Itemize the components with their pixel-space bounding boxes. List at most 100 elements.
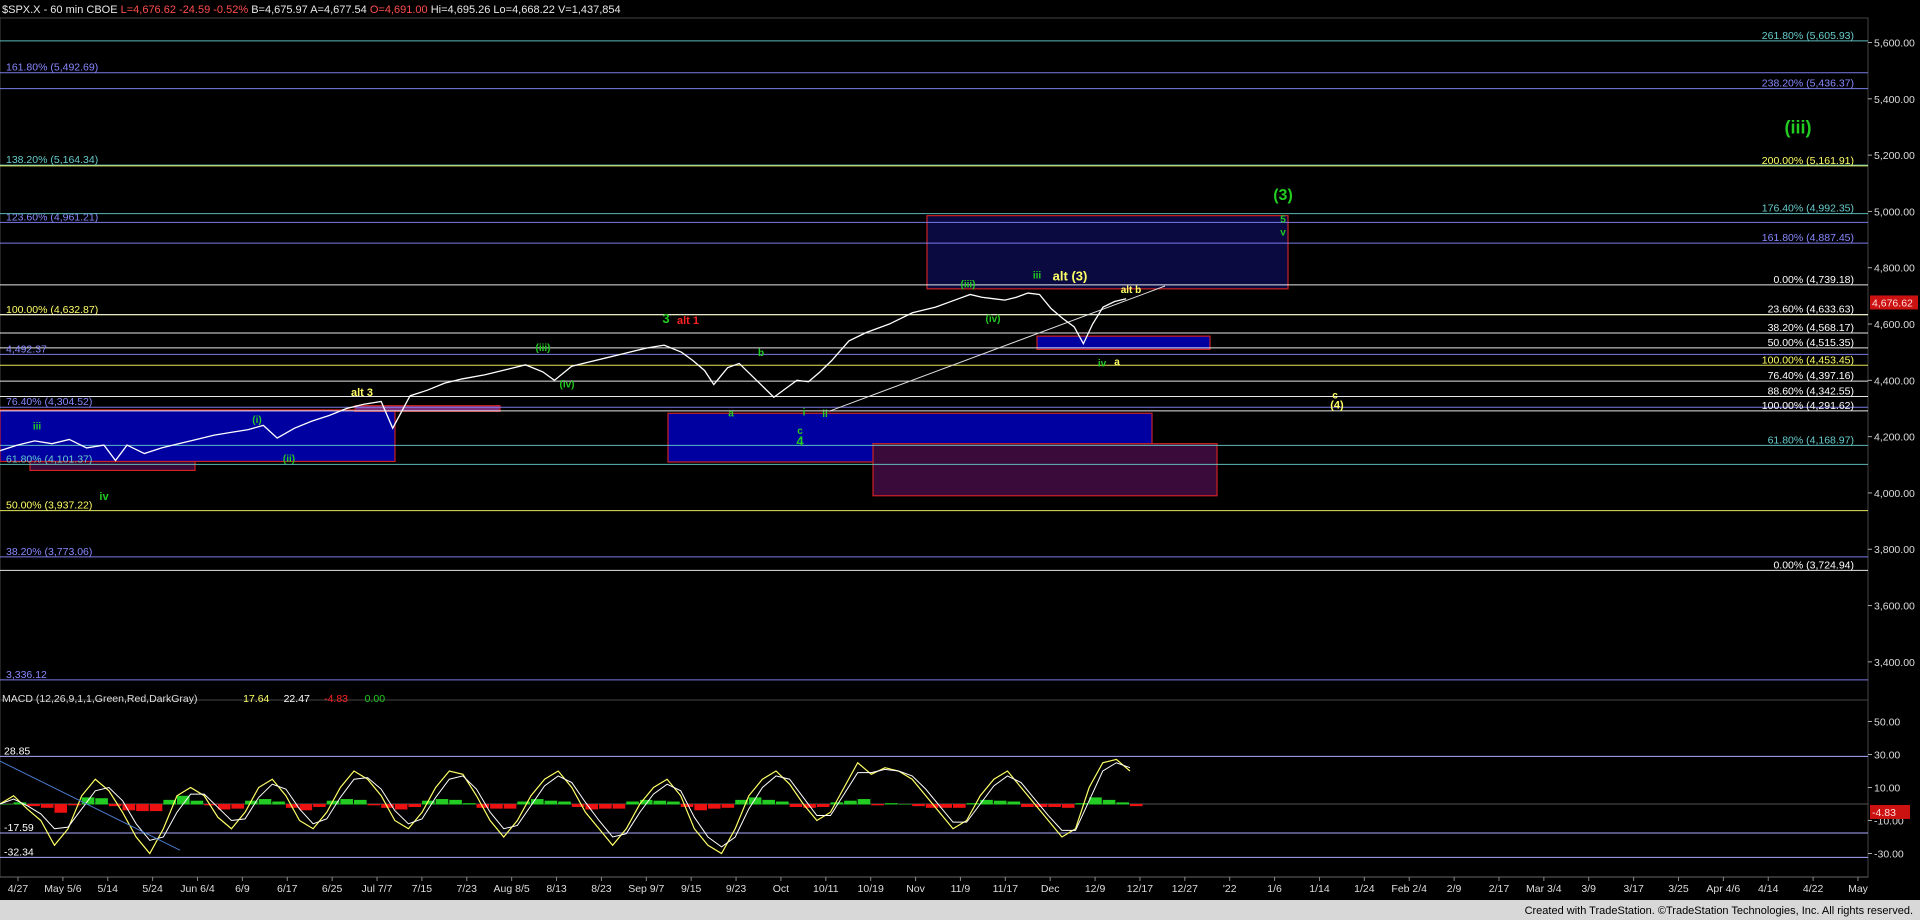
- x-tick-label-16: 9/23: [726, 883, 747, 895]
- macd-hist-bar-57: [776, 801, 789, 805]
- fib-level-label-13: 4,492.37: [6, 343, 47, 355]
- macd-hist-bar-53: [721, 804, 735, 808]
- macd-hist-bar-17: [231, 804, 245, 809]
- x-tick-label-35: 3/9: [1581, 883, 1596, 895]
- wave-label-17: b: [758, 348, 764, 359]
- macd-hist-bar-26: [353, 799, 367, 805]
- fib-level-label-9: 100.00% (4,632.87): [6, 304, 98, 316]
- x-tick-label-27: '22: [1223, 883, 1237, 895]
- macd-hist-bar-40: [544, 800, 558, 805]
- x-tick-label-29: 1/14: [1309, 883, 1330, 895]
- macd-hist-bar-70: [953, 804, 966, 808]
- wave-label-26: iii: [33, 422, 42, 433]
- macd-hist-bar-78: [1061, 804, 1075, 808]
- header-part-2: B=4,675.97 A=4,677.54: [251, 4, 370, 16]
- fib-level-label-8: 0.00% (4,739.18): [1773, 274, 1854, 286]
- x-tick-label-13: 8/23: [591, 883, 612, 895]
- fib-level-label-15: 76.40% (4,397.16): [1768, 370, 1854, 382]
- price-tick-label-10: 3,600.00: [1874, 601, 1915, 613]
- x-tick-label-4: Jun 6/4: [180, 883, 215, 895]
- macd-hist-bar-44: [599, 804, 612, 809]
- header-part-0: $SPX.X - 60 min CBOE: [2, 4, 121, 16]
- wave-label-13: 3: [662, 311, 669, 326]
- macd-hist-bar-52: [707, 804, 721, 809]
- macd-hist-bar-60: [816, 804, 830, 807]
- fib-level-label-12: 50.00% (4,515.35): [1768, 337, 1854, 349]
- macd-hist-bar-7: [95, 798, 108, 805]
- fib-level-label-3: 138.20% (5,164.34): [6, 154, 98, 166]
- macd-hist-bar-51: [694, 804, 707, 811]
- x-tick-label-6: 6/17: [277, 883, 298, 895]
- macd-hist-bar-64: [871, 804, 884, 806]
- price-tick-label-11: 3,400.00: [1874, 657, 1915, 669]
- header-part-4: Hi=4,695.26 Lo=4,668.22 V=1,437,854: [431, 4, 621, 16]
- x-tick-label-12: 8/13: [546, 883, 567, 895]
- wave-label-2: alt (3): [1053, 268, 1088, 283]
- macd-hist-bar-58: [789, 804, 803, 807]
- x-tick-label-11: Aug 8/5: [494, 883, 530, 895]
- macd-hist-bar-22: [299, 804, 313, 811]
- macd-hist-bar-34: [462, 803, 476, 805]
- x-tick-label-30: 1/24: [1354, 883, 1375, 895]
- macd-hist-bar-23: [313, 804, 326, 807]
- wave-label-27: iv: [99, 491, 109, 503]
- macd-hist-bar-36: [490, 804, 503, 809]
- macd-hist-bar-0: [0, 804, 13, 805]
- macd-hist-bar-11: [149, 804, 163, 812]
- macd-hist-bar-61: [830, 802, 844, 805]
- price-tick-label-0: 5,600.00: [1874, 38, 1915, 50]
- x-tick-label-15: 9/15: [681, 883, 702, 895]
- wave-label-20: 4: [796, 434, 804, 449]
- price-tick-label-5: 4,600.00: [1874, 319, 1915, 331]
- x-tick-label-33: 2/17: [1489, 883, 1510, 895]
- wave-label-9: iv: [1098, 358, 1107, 369]
- macd-readout-1: 22.47: [284, 693, 310, 705]
- macd-hist-bar-67: [912, 804, 925, 807]
- macd-hist-bar-75: [1021, 804, 1034, 807]
- price-tick-label-3: 5,000.00: [1874, 206, 1915, 218]
- macd-current-label: -4.83: [1872, 807, 1896, 819]
- fib-level-label-23: 0.00% (3,724.94): [1773, 559, 1854, 571]
- wave-label-6: alt b: [1121, 285, 1142, 296]
- x-tick-label-19: 10/19: [858, 883, 884, 895]
- wave-label-4: (iii): [961, 279, 976, 290]
- x-tick-label-10: 7/23: [457, 883, 478, 895]
- macd-hist-bar-4: [54, 804, 68, 813]
- fib-level-label-10: 23.60% (4,633.63): [1768, 304, 1854, 316]
- macd-hist-bar-62: [844, 800, 857, 805]
- macd-hist-bar-27: [367, 804, 381, 806]
- wave-label-10: a: [1114, 357, 1120, 368]
- wave-label-5: (iv): [986, 314, 1001, 325]
- fib-level-label-17: 76.40% (4,304.52): [6, 396, 92, 408]
- fib-level-label-11: 38.20% (4,568.17): [1768, 322, 1854, 334]
- wave-label-0: (iii): [1785, 117, 1812, 137]
- wave-label-25: (ii): [283, 454, 295, 465]
- x-tick-label-34: Mar 3/4: [1526, 883, 1562, 895]
- macd-hist-bar-8: [108, 804, 122, 807]
- x-tick-label-31: Feb 2/4: [1391, 883, 1427, 895]
- wave-label-3: iii: [1033, 270, 1042, 281]
- wave-label-21: i: [803, 408, 806, 419]
- price-tick-label-7: 4,200.00: [1874, 432, 1915, 444]
- macd-hist-bar-50: [680, 804, 694, 807]
- fib-level-label-19: 61.80% (4,168.97): [1768, 434, 1854, 446]
- price-tick-label-1: 5,400.00: [1874, 94, 1915, 106]
- macd-hist-bar-3: [40, 804, 54, 808]
- macd-hist-bar-20: [272, 801, 285, 805]
- macd-tick-label-0: 50.00: [1874, 717, 1900, 729]
- wave-label-14: alt 1: [677, 315, 699, 327]
- fib-level-label-0: 261.80% (5,605.93): [1762, 30, 1854, 42]
- macd-hist-bar-73: [993, 800, 1007, 805]
- header-part-3: O=4,691.00: [370, 4, 431, 16]
- wave-label-22: ii: [822, 409, 828, 420]
- fib-level-label-18: 100.00% (4,291.62): [1762, 400, 1854, 412]
- macd-hist-bar-2: [27, 804, 40, 807]
- x-tick-label-14: Sep 9/7: [628, 883, 664, 895]
- wave-label-7: 5: [1280, 215, 1286, 226]
- macd-hist-bar-32: [435, 799, 449, 805]
- fib-level-label-14: 100.00% (4,453.45): [1762, 354, 1854, 366]
- fib-level-label-16: 88.60% (4,342.55): [1768, 386, 1854, 398]
- macd-hist-bar-82: [1116, 802, 1129, 805]
- x-tick-label-23: Dec: [1041, 883, 1060, 895]
- macd-hist-bar-49: [667, 801, 680, 805]
